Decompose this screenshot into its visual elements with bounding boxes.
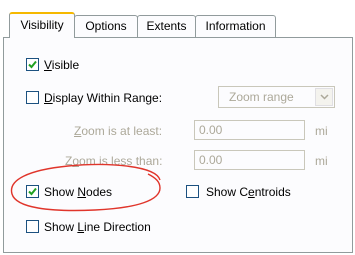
zoom-less-than-label: Zoom is less than: — [65, 154, 163, 168]
zoom-less-than-input[interactable]: 0.00 — [194, 150, 305, 170]
tab-label: Information — [205, 19, 266, 33]
show-line-direction-checkbox[interactable] — [26, 220, 39, 233]
zoom-range-value: Zoom range — [229, 90, 294, 104]
zoom-less-than-unit: mi — [315, 154, 328, 168]
display-within-range-checkbox[interactable] — [26, 91, 39, 104]
show-nodes-checkbox[interactable] — [26, 185, 39, 198]
check-icon — [28, 187, 37, 196]
tab-visibility[interactable]: Visibility — [9, 12, 75, 38]
tab-information[interactable]: Information — [195, 15, 276, 37]
show-centroids-checkbox[interactable] — [186, 185, 199, 198]
display-within-range-label[interactable]: Display Within Range: — [44, 91, 162, 105]
visible-checkbox[interactable] — [26, 58, 39, 71]
show-nodes-label[interactable]: Show Nodes — [44, 185, 112, 199]
show-centroids-label[interactable]: Show Centroids — [206, 185, 291, 199]
zoom-range-select[interactable]: Zoom range — [218, 86, 335, 108]
tab-label: Options — [85, 19, 127, 33]
tab-label: Visibility — [20, 18, 64, 32]
visible-label[interactable]: Visible — [44, 58, 79, 72]
zoom-at-least-label: Zoom is at least: — [74, 124, 163, 138]
zoom-at-least-input[interactable]: 0.00 — [194, 120, 305, 140]
tab-label: Extents — [146, 19, 187, 33]
zoom-at-least-unit: mi — [315, 124, 328, 138]
tab-options[interactable]: Options — [74, 15, 138, 37]
check-icon — [28, 60, 37, 69]
chevron-down-icon[interactable] — [315, 88, 333, 106]
show-line-direction-label[interactable]: Show Line Direction — [44, 220, 151, 234]
tab-extents[interactable]: Extents — [137, 15, 196, 37]
